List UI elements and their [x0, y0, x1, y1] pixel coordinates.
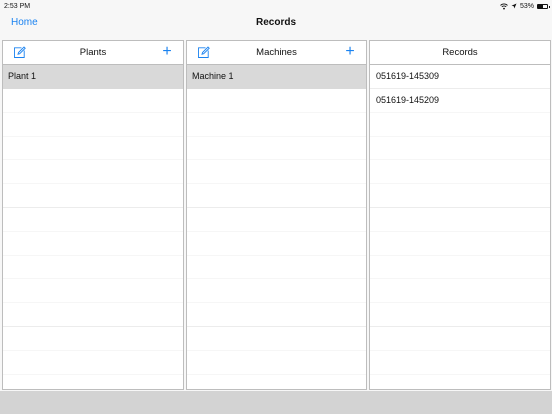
battery-percentage: 53%	[519, 2, 534, 10]
columns-container: Plants + Plant 1 Machines + Machine 1 Re…	[2, 40, 551, 390]
machines-column: Machines + Machine 1	[186, 40, 367, 390]
list-item[interactable]: Machine 1	[187, 65, 366, 89]
records-title: Records	[442, 47, 478, 58]
plants-list: Plant 1	[3, 65, 183, 389]
battery-icon	[537, 3, 550, 9]
battery-level	[538, 4, 543, 8]
plants-title: Plants	[79, 47, 107, 58]
machines-title: Machines	[256, 47, 297, 58]
records-list: 051619-145309 051619-145209	[370, 65, 550, 389]
records-header: Records	[370, 41, 550, 65]
list-item[interactable]: 051619-145209	[370, 89, 550, 113]
navigation-bar: Home Records	[0, 12, 552, 38]
location-arrow-icon	[511, 3, 517, 9]
bottom-toolbar	[0, 391, 552, 414]
status-time: 2:53 PM	[4, 2, 31, 10]
machines-list: Machine 1	[187, 65, 366, 389]
plants-column: Plants + Plant 1	[2, 40, 184, 390]
list-item[interactable]: 051619-145309	[370, 65, 550, 89]
list-item[interactable]: Plant 1	[3, 65, 183, 89]
add-machine-button[interactable]: +	[343, 44, 357, 60]
wifi-icon	[500, 3, 508, 9]
add-plant-button[interactable]: +	[160, 44, 174, 60]
page-title: Records	[255, 17, 296, 28]
machines-header: Machines +	[187, 41, 366, 65]
plants-header: Plants +	[3, 41, 183, 65]
records-column: Records 051619-145309 051619-145209	[369, 40, 551, 390]
status-indicators: 53%	[500, 2, 550, 10]
status-bar: 2:53 PM 53%	[0, 0, 552, 12]
